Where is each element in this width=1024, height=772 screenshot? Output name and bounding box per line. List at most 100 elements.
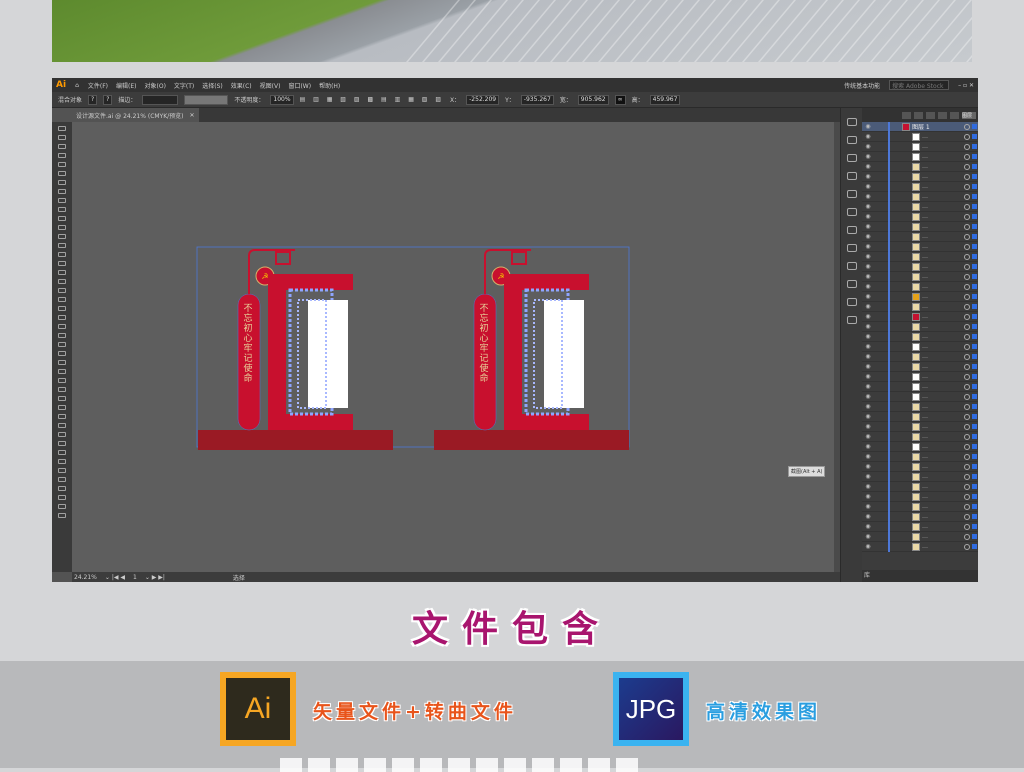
target-icon[interactable]	[964, 503, 970, 510]
sublayer-row[interactable]: ◉…	[862, 222, 978, 232]
sublayer-row[interactable]: ◉…	[862, 302, 978, 312]
target-icon[interactable]	[964, 533, 970, 540]
tool-icon[interactable]	[58, 171, 66, 176]
tool-icon[interactable]	[58, 414, 66, 419]
target-icon[interactable]	[964, 483, 970, 490]
sublayer-row[interactable]: ◉…	[862, 272, 978, 282]
eye-icon[interactable]: ◉	[862, 193, 874, 200]
tool-icon[interactable]	[58, 261, 66, 266]
menu-item[interactable]: 编辑(E)	[116, 81, 136, 90]
menu-item[interactable]: 视图(V)	[260, 81, 281, 90]
eye-icon[interactable]: ◉	[862, 223, 874, 230]
sublayer-row[interactable]: ◉…	[862, 362, 978, 372]
sublayer-row[interactable]: ◉…	[862, 412, 978, 422]
align-icons[interactable]: ▤ ▥ ▦ ▧ ▨ ▩ ▤ ▥ ▦ ▧ ▨	[300, 96, 444, 103]
target-icon[interactable]	[964, 203, 970, 210]
width-input[interactable]: 905.962	[577, 94, 609, 105]
sublayer-row[interactable]: ◉…	[862, 262, 978, 272]
sublayer-row[interactable]: ◉…	[862, 442, 978, 452]
sublayer-row[interactable]: ◉…	[862, 382, 978, 392]
sublayer-row[interactable]: ◉…	[862, 162, 978, 172]
menu-item[interactable]: 帮助(H)	[319, 81, 340, 90]
tool-icon[interactable]	[58, 450, 66, 455]
panel-icon[interactable]	[846, 262, 857, 270]
y-input[interactable]: -935.267	[520, 94, 554, 105]
panel-icon[interactable]	[846, 208, 857, 216]
sublayer-row[interactable]: ◉…	[862, 152, 978, 162]
panel-icon[interactable]	[846, 190, 857, 198]
sublayer-row[interactable]: ◉…	[862, 312, 978, 322]
sublayer-row[interactable]: ◉…	[862, 242, 978, 252]
target-icon[interactable]	[964, 523, 970, 530]
eye-icon[interactable]: ◉	[862, 493, 874, 500]
sublayer-row[interactable]: ◉…	[862, 342, 978, 352]
document-tab[interactable]: 设计源文件.ai @ 24.21% (CMYK/预览) ✕	[72, 108, 199, 122]
sublayer-row[interactable]: ◉…	[862, 432, 978, 442]
target-icon[interactable]	[964, 133, 970, 140]
sublayer-row[interactable]: ◉…	[862, 462, 978, 472]
menu-item[interactable]: 效果(C)	[231, 81, 252, 90]
tool-icon[interactable]	[58, 360, 66, 365]
sublayer-row[interactable]: ◉…	[862, 492, 978, 502]
tool-icon[interactable]	[58, 234, 66, 239]
sublayer-row[interactable]: ◉…	[862, 532, 978, 542]
eye-icon[interactable]: ◉	[862, 353, 874, 360]
home-icon[interactable]: ⌂	[75, 82, 79, 89]
target-icon[interactable]	[964, 413, 970, 420]
workspace-switcher[interactable]: 传统基本功能	[844, 81, 880, 90]
stroke-swatch[interactable]: ?	[103, 94, 113, 105]
sublayer-row[interactable]: ◉…	[862, 372, 978, 382]
sublayer-row[interactable]: ◉…	[862, 392, 978, 402]
fill-swatch[interactable]: ?	[88, 94, 98, 105]
stock-search-input[interactable]: 搜索 Adobe Stock	[889, 80, 950, 90]
tool-icon[interactable]	[58, 243, 66, 248]
target-icon[interactable]	[964, 213, 970, 220]
target-icon[interactable]	[964, 283, 970, 290]
tool-icon[interactable]	[58, 189, 66, 194]
target-icon[interactable]	[964, 403, 970, 410]
sublayer-row[interactable]: ◉…	[862, 252, 978, 262]
eye-icon[interactable]: ◉	[862, 453, 874, 460]
eye-icon[interactable]: ◉	[862, 163, 874, 170]
eye-icon[interactable]: ◉	[862, 133, 874, 140]
tool-icon[interactable]	[58, 468, 66, 473]
eye-icon[interactable]: ◉	[862, 313, 874, 320]
sublayer-row[interactable]: ◉…	[862, 182, 978, 192]
eye-icon[interactable]: ◉	[862, 373, 874, 380]
eye-icon[interactable]: ◉	[862, 413, 874, 420]
target-icon[interactable]	[964, 333, 970, 340]
eye-icon[interactable]: ◉	[862, 173, 874, 180]
tool-icon[interactable]	[58, 324, 66, 329]
eye-icon[interactable]: ◉	[862, 143, 874, 150]
target-icon[interactable]	[964, 443, 970, 450]
sublayer-row[interactable]: ◉…	[862, 522, 978, 532]
tool-icon[interactable]	[58, 135, 66, 140]
menu-item[interactable]: 文字(T)	[174, 81, 194, 90]
sublayer-row[interactable]: ◉…	[862, 542, 978, 552]
target-icon[interactable]	[964, 383, 970, 390]
layers-tab[interactable]: 图层	[962, 111, 976, 119]
target-icon[interactable]	[964, 343, 970, 350]
panel-icon[interactable]	[846, 136, 857, 144]
target-icon[interactable]	[964, 393, 970, 400]
sublayer-row[interactable]: ◉…	[862, 292, 978, 302]
height-input[interactable]: 459.967	[649, 94, 681, 105]
target-icon[interactable]	[964, 373, 970, 380]
eye-icon[interactable]: ◉	[862, 283, 874, 290]
tool-icon[interactable]	[58, 495, 66, 500]
target-icon[interactable]	[964, 163, 970, 170]
tool-icon[interactable]	[58, 252, 66, 257]
target-icon[interactable]	[964, 493, 970, 500]
sublayer-row[interactable]: ◉…	[862, 132, 978, 142]
eye-icon[interactable]: ◉	[862, 443, 874, 450]
variable-width-profile[interactable]	[184, 94, 229, 105]
zoom-level[interactable]: 24.21%	[74, 574, 97, 581]
tool-icon[interactable]	[58, 288, 66, 293]
layer-row[interactable]: ◉ 图层 1	[862, 122, 978, 132]
tool-icon[interactable]	[58, 333, 66, 338]
eye-icon[interactable]: ◉	[862, 523, 874, 530]
sublayer-row[interactable]: ◉…	[862, 472, 978, 482]
sublayer-row[interactable]: ◉…	[862, 212, 978, 222]
tool-icon[interactable]	[58, 180, 66, 185]
sublayer-row[interactable]: ◉…	[862, 482, 978, 492]
